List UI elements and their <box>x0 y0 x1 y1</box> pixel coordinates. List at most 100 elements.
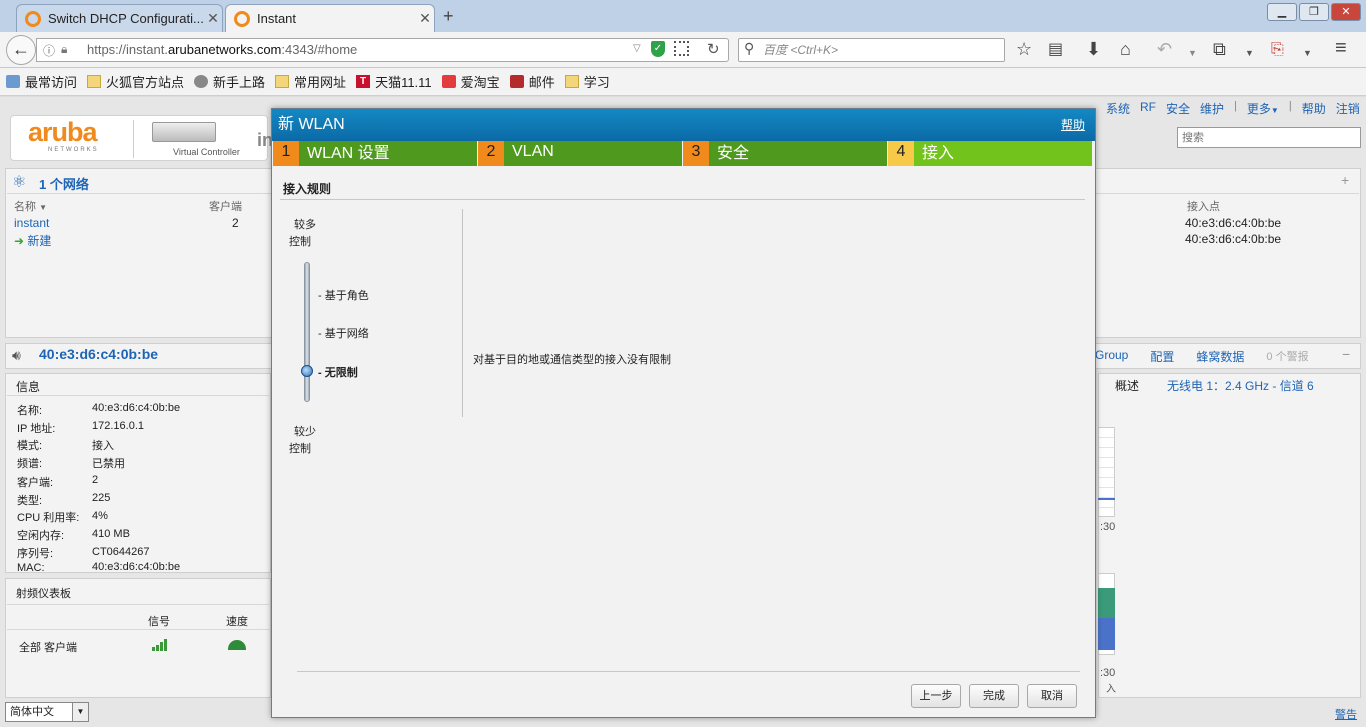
download-icon[interactable]: ⬇ <box>1086 38 1101 60</box>
home-icon[interactable]: ⌂ <box>1120 38 1131 60</box>
ap-signal-icon: 🔊︎ <box>12 347 21 363</box>
new-network-label: 新建 <box>27 234 52 248</box>
rf-signal-header: 信号 <box>148 616 170 628</box>
bookmark-common-sites[interactable]: 常用网址 <box>275 72 346 91</box>
crop-icon[interactable]: ⧉ <box>1213 38 1226 60</box>
ap-value-2: 40:e3:d6:c4:0b:be <box>1185 232 1282 246</box>
browser-tab-instant[interactable]: Instant ✕ <box>225 4 435 32</box>
aruba-logo-sub: NETWORKS <box>48 147 99 153</box>
rf-all-clients-row[interactable]: 全部 客户端 <box>19 639 77 655</box>
chart-fill-green <box>1098 588 1115 618</box>
info-key: 模式: <box>17 440 43 452</box>
tab-radio[interactable]: 无线电 1：2.4 GHz - 信道 6 <box>1167 377 1314 394</box>
reading-list-icon[interactable]: ▤ <box>1048 39 1063 61</box>
dialog-help-link[interactable]: 帮助 <box>1061 109 1085 141</box>
signal-bar <box>152 647 155 651</box>
minimize-window-icon[interactable]: ▁ <box>1267 3 1297 21</box>
url-prefix: https://instant. <box>87 42 168 57</box>
signal-bar <box>160 642 163 651</box>
expand-plus-icon[interactable]: + <box>1341 172 1349 188</box>
close-tab-icon[interactable]: ✕ <box>416 10 434 27</box>
chevron-down-icon[interactable]: ▼ <box>1245 42 1254 64</box>
bookmark-getting-started[interactable]: 新手上路 <box>194 72 265 91</box>
network-instant-link[interactable]: instant <box>14 216 49 230</box>
chevron-down-icon[interactable]: ▼ <box>1303 42 1312 64</box>
link-config[interactable]: 配置 <box>1150 348 1174 365</box>
option-role-based[interactable]: - 基于角色 <box>318 287 369 303</box>
pdf-icon[interactable]: ⎘ <box>1271 39 1284 61</box>
col-ap-header[interactable]: 接入点 <box>1187 198 1220 214</box>
finish-button[interactable]: 完成 <box>969 684 1019 708</box>
option-network-based[interactable]: - 基于网络 <box>318 325 369 341</box>
ap-value-1: 40:e3:d6:c4:0b:be <box>1185 216 1282 230</box>
access-slider-handle[interactable] <box>301 365 313 377</box>
app-search-input[interactable] <box>1177 127 1361 148</box>
bookmark-firefox-site[interactable]: 火狐官方站点 <box>87 72 184 91</box>
link-group[interactable]: Group <box>1095 348 1128 365</box>
col-clients-header[interactable]: 客户端 <box>209 198 242 214</box>
step-access[interactable]: 4 接入 <box>888 141 1092 166</box>
url-dropdown-icon[interactable]: ▽ <box>633 43 641 54</box>
alerts-count[interactable]: 0 个警报 <box>1266 348 1308 365</box>
link-cellular[interactable]: 蜂窝数据 <box>1196 348 1244 365</box>
back-button[interactable]: ← <box>6 35 36 65</box>
col-name-header[interactable]: 名称 ▼ <box>14 198 47 214</box>
step-number: 1 <box>273 141 299 166</box>
bookmark-mail[interactable]: 邮件 <box>509 72 555 91</box>
chevron-down-icon[interactable]: ▼ <box>1188 42 1197 64</box>
link-logout[interactable]: 注销 <box>1336 100 1360 117</box>
reload-icon[interactable]: ↻ <box>707 40 720 58</box>
step-number: 3 <box>683 141 709 166</box>
qrcode-icon[interactable] <box>674 41 689 56</box>
info-title: 信息 <box>16 380 41 394</box>
chart-fill-blue <box>1098 618 1115 650</box>
link-rf[interactable]: RF <box>1140 100 1156 117</box>
browser-search-input[interactable]: 百度 <Ctrl+K> <box>738 38 1005 62</box>
close-window-icon[interactable]: ✕ <box>1331 3 1361 21</box>
bookmark-tmall[interactable]: T 天猫11.11 <box>356 72 432 91</box>
info-icon[interactable]: ⓘ <box>43 42 55 59</box>
rf-title: 射频仪表板 <box>16 588 71 600</box>
new-wlan-dialog: 新 WLAN 帮助 1 WLAN 设置 2 VLAN 3 安全 4 接入 接入规… <box>271 108 1096 718</box>
undo-icon[interactable]: ↶ <box>1157 38 1172 60</box>
bookmark-most-visited[interactable]: 最常访问 <box>6 72 77 91</box>
link-security[interactable]: 安全 <box>1166 100 1190 117</box>
step-security[interactable]: 3 安全 <box>683 141 887 166</box>
footer-warning-link[interactable]: 警告 <box>1335 706 1357 722</box>
tab-overview[interactable]: 概述 <box>1115 377 1139 394</box>
option-unrestricted[interactable]: - 无限制 <box>318 364 358 380</box>
bookmark-label: 新手上路 <box>213 75 266 90</box>
info-key: 空闲内存: <box>17 530 65 542</box>
step-label: VLAN <box>504 141 682 166</box>
lock-icon[interactable]: 🔒︎ <box>61 42 67 57</box>
link-maintenance[interactable]: 维护 <box>1200 100 1224 117</box>
step-vlan[interactable]: 2 VLAN <box>478 141 682 166</box>
info-value: 172.16.0.1 <box>92 420 144 432</box>
menu-icon[interactable]: ≡ <box>1335 37 1347 59</box>
close-tab-icon[interactable]: ✕ <box>204 10 222 27</box>
url-bar[interactable]: https://instant.arubanetworks.com:4343/#… <box>36 38 729 62</box>
folder-icon <box>564 75 579 88</box>
step-wlan-settings[interactable]: 1 WLAN 设置 <box>273 141 477 166</box>
link-help[interactable]: 帮助 <box>1302 100 1326 117</box>
link-more[interactable]: 更多▼ <box>1247 100 1279 117</box>
search-placeholder: 百度 <Ctrl+K> <box>763 43 839 57</box>
browser-tab-switch-dhcp[interactable]: Switch DHCP Configurati... ✕ <box>16 4 223 32</box>
bookmark-star-icon[interactable]: ☆ <box>1016 38 1032 60</box>
collapse-minus-icon[interactable]: − <box>1342 346 1350 362</box>
shield-icon[interactable]: ✓ <box>651 41 665 57</box>
new-network-link[interactable]: ➜ 新建 <box>14 232 51 249</box>
language-select[interactable]: 简体中文 ▼ <box>5 702 89 722</box>
link-system[interactable]: 系统 <box>1106 100 1130 117</box>
cancel-button[interactable]: 取消 <box>1027 684 1077 708</box>
previous-button[interactable]: 上一步 <box>911 684 961 708</box>
bookmark-icon <box>6 75 20 88</box>
access-slider-track[interactable] <box>304 262 310 402</box>
restore-window-icon[interactable]: ❐ <box>1299 3 1329 21</box>
bookmark-study[interactable]: 学习 <box>564 72 610 91</box>
chart-legend-label: 入 <box>1106 684 1116 695</box>
new-tab-icon[interactable]: + <box>443 6 454 27</box>
bookmark-label: 最常访问 <box>25 75 78 90</box>
bookmark-taobao[interactable]: 爱淘宝 <box>441 72 500 91</box>
info-key: MAC: <box>17 562 45 574</box>
